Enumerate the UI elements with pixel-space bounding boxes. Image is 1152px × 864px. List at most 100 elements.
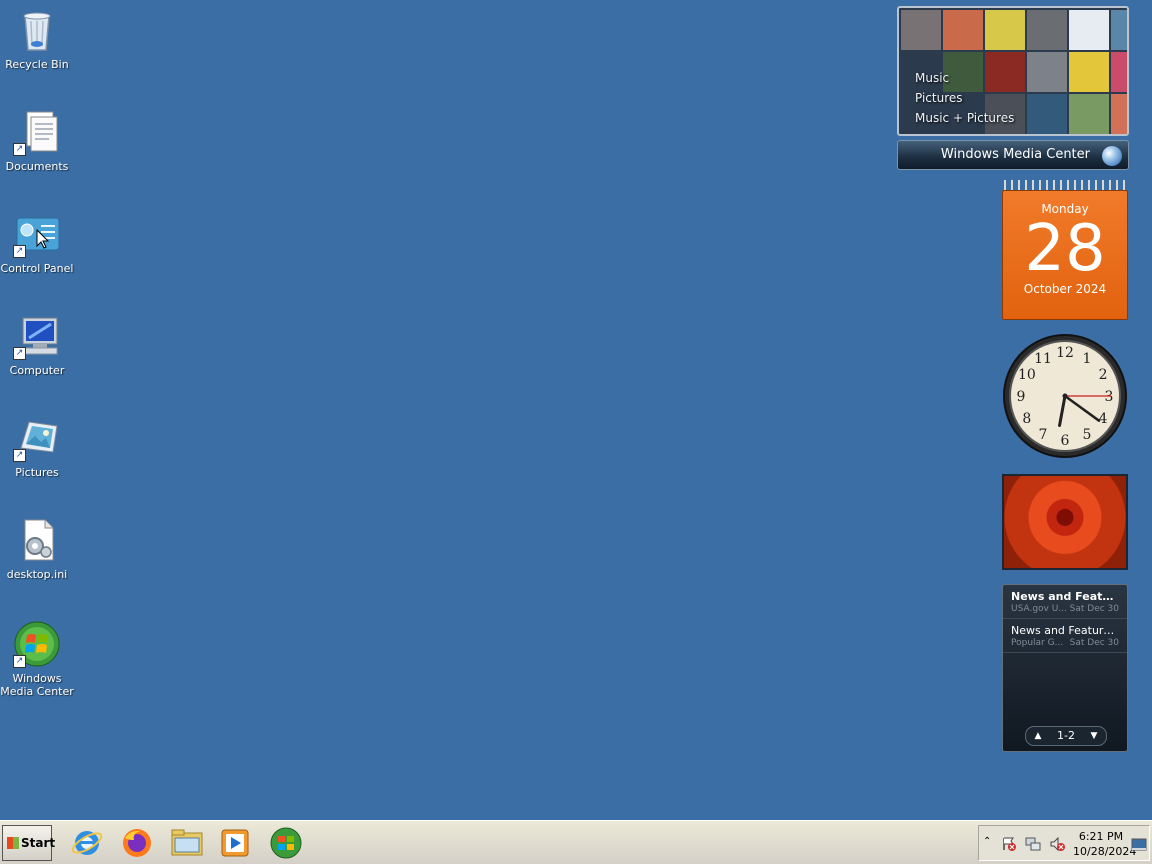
clock-numeral: 8 xyxy=(1022,411,1031,427)
system-tray: ⌃ 6:21 PM 10/28/2024 xyxy=(978,825,1150,861)
clock-numeral: 1 xyxy=(1083,351,1092,367)
media-center-menu: Music Pictures Music + Pictures xyxy=(915,68,1014,128)
file-explorer-button[interactable] xyxy=(170,826,204,860)
windows-flag-icon xyxy=(7,837,19,849)
media-center-gadget[interactable]: Music Pictures Music + Pictures Windows … xyxy=(897,6,1129,170)
recycle-bin-icon xyxy=(13,6,61,54)
flower-photo xyxy=(1004,476,1126,568)
windows-orb-icon xyxy=(270,827,302,859)
desktop-icon-label: Control Panel xyxy=(0,262,74,275)
clock-numeral: 7 xyxy=(1039,427,1048,443)
clock-numeral: 11 xyxy=(1034,351,1052,367)
tray-clock[interactable]: 6:21 PM 10/28/2024 xyxy=(1073,829,1137,859)
firefox-button[interactable] xyxy=(120,826,154,860)
desktop-icon-label: Documents xyxy=(5,160,69,173)
media-tile xyxy=(1111,94,1127,134)
feed-page-indicator: 1-2 xyxy=(1057,729,1075,742)
feed-down-arrow-icon[interactable]: ▼ xyxy=(1085,727,1103,745)
shortcut-arrow-icon: ↗ xyxy=(13,143,26,156)
feed-title: News and Features f... xyxy=(1011,590,1119,603)
media-tile xyxy=(1027,52,1067,92)
desktop-icon-label: Windows Media Center xyxy=(0,672,74,698)
feed-pager: ▲ 1-2 ▼ xyxy=(1025,726,1107,746)
feed-source: USA.gov U... xyxy=(1011,604,1067,614)
action-center-icon[interactable] xyxy=(1001,836,1017,852)
tray-date: 10/28/2024 xyxy=(1073,845,1137,858)
feed-date: Sat Dec 30 xyxy=(1069,638,1119,648)
clock-gadget[interactable]: 12 1 2 3 4 5 6 7 8 9 10 11 xyxy=(1002,333,1128,459)
feed-source: Popular G... xyxy=(1011,638,1064,648)
desktop-icon-pictures[interactable]: ↗ Pictures xyxy=(0,414,74,479)
media-center-menu-item[interactable]: Music xyxy=(915,68,1014,88)
desktop-icon-label-line2: Media Center xyxy=(0,685,74,698)
calendar-month-year: October 2024 xyxy=(1023,282,1107,296)
media-tile xyxy=(1069,10,1109,50)
media-tile xyxy=(1027,94,1067,134)
network-icon[interactable] xyxy=(1025,836,1041,852)
desktop-icon-computer[interactable]: ↗ Computer xyxy=(0,312,74,377)
volume-muted-icon[interactable] xyxy=(1049,836,1065,852)
internet-explorer-icon xyxy=(71,831,103,855)
shortcut-arrow-icon: ↗ xyxy=(13,347,26,360)
clock-face: 12 12 3 45678 9 1011 xyxy=(1003,334,1127,458)
shortcut-arrow-icon: ↗ xyxy=(13,245,26,258)
show-desktop-icon[interactable] xyxy=(1131,838,1147,852)
media-center-bar-label: Windows Media Center xyxy=(940,147,1090,162)
media-tile xyxy=(985,10,1025,50)
desktop-icon-documents[interactable]: ↗ Documents xyxy=(0,108,74,173)
clock-numeral: 6 xyxy=(1061,433,1070,449)
feed-item[interactable]: News and Features f... USA.gov U... Sat … xyxy=(1003,585,1127,619)
slideshow-gadget[interactable] xyxy=(1002,474,1128,570)
computer-icon: ↗ xyxy=(13,312,61,360)
media-center-launch-bar[interactable]: Windows Media Center xyxy=(897,140,1129,170)
media-tile xyxy=(943,10,983,50)
feed-meta: USA.gov U... Sat Dec 30 xyxy=(1011,604,1119,614)
media-tile xyxy=(1069,94,1109,134)
media-tile xyxy=(1111,10,1127,50)
show-hidden-icons-icon[interactable]: ⌃ xyxy=(983,836,991,847)
internet-explorer-button[interactable] xyxy=(70,826,104,860)
control-panel-icon: ↗ xyxy=(13,210,61,258)
media-player-button[interactable] xyxy=(218,826,252,860)
desktop-icon-label: Computer xyxy=(9,364,65,377)
clock-numeral: 3 xyxy=(1105,389,1114,405)
clock-numeral: 10 xyxy=(1018,367,1036,383)
media-center-menu-item[interactable]: Pictures xyxy=(915,88,1014,108)
media-center-menu-item[interactable]: Music + Pictures xyxy=(915,108,1014,128)
media-tile xyxy=(1111,52,1127,92)
desktop-icon-label: desktop.ini xyxy=(6,568,68,581)
media-tile xyxy=(1069,52,1109,92)
start-button[interactable]: Start xyxy=(2,825,56,861)
clock-numeral: 12 xyxy=(1056,345,1074,361)
pictures-icon: ↗ xyxy=(13,414,61,462)
desktop-icon-control-panel[interactable]: ↗ Control Panel xyxy=(0,210,74,275)
media-center-taskbar-button[interactable] xyxy=(269,826,303,860)
feed-title: News and Feature... xyxy=(1011,624,1119,637)
desktop-icon-recycle-bin[interactable]: Recycle Bin xyxy=(0,6,74,71)
media-player-icon xyxy=(221,829,249,857)
clock-numeral: 9 xyxy=(1017,389,1026,405)
media-center-tiles[interactable]: Music Pictures Music + Pictures xyxy=(897,6,1129,136)
shortcut-arrow-icon: ↗ xyxy=(13,449,26,462)
desktop-icon-label: Recycle Bin xyxy=(5,58,69,71)
windows-media-center-icon: ↗ xyxy=(13,620,61,668)
firefox-icon xyxy=(123,829,151,857)
feed-headlines-gadget[interactable]: News and Features f... USA.gov U... Sat … xyxy=(1002,584,1128,752)
taskbar: Start ⌃ 6:21 PM 10/28/2024 xyxy=(0,820,1152,864)
media-tile xyxy=(1027,10,1067,50)
start-button-label: Start xyxy=(21,836,56,850)
desktop-icon-windows-media-center[interactable]: ↗ Windows Media Center xyxy=(0,620,74,698)
calendar-gadget[interactable]: Monday 28 October 2024 xyxy=(1002,180,1128,320)
feed-item[interactable]: News and Feature... Popular G... Sat Dec… xyxy=(1003,619,1127,653)
clock-numeral: 2 xyxy=(1099,367,1108,383)
documents-icon: ↗ xyxy=(13,108,61,156)
calendar-day: 28 xyxy=(1024,212,1106,286)
shortcut-arrow-icon: ↗ xyxy=(13,655,26,668)
clock-numeral: 5 xyxy=(1083,427,1092,443)
windows-orb-icon xyxy=(1102,146,1122,166)
file-explorer-icon xyxy=(171,829,203,856)
desktop-icon-label-line1: Windows xyxy=(12,672,62,685)
desktop-icon-desktop-ini[interactable]: desktop.ini xyxy=(0,516,74,581)
feed-date: Sat Dec 30 xyxy=(1069,604,1119,614)
feed-up-arrow-icon[interactable]: ▲ xyxy=(1029,727,1047,745)
